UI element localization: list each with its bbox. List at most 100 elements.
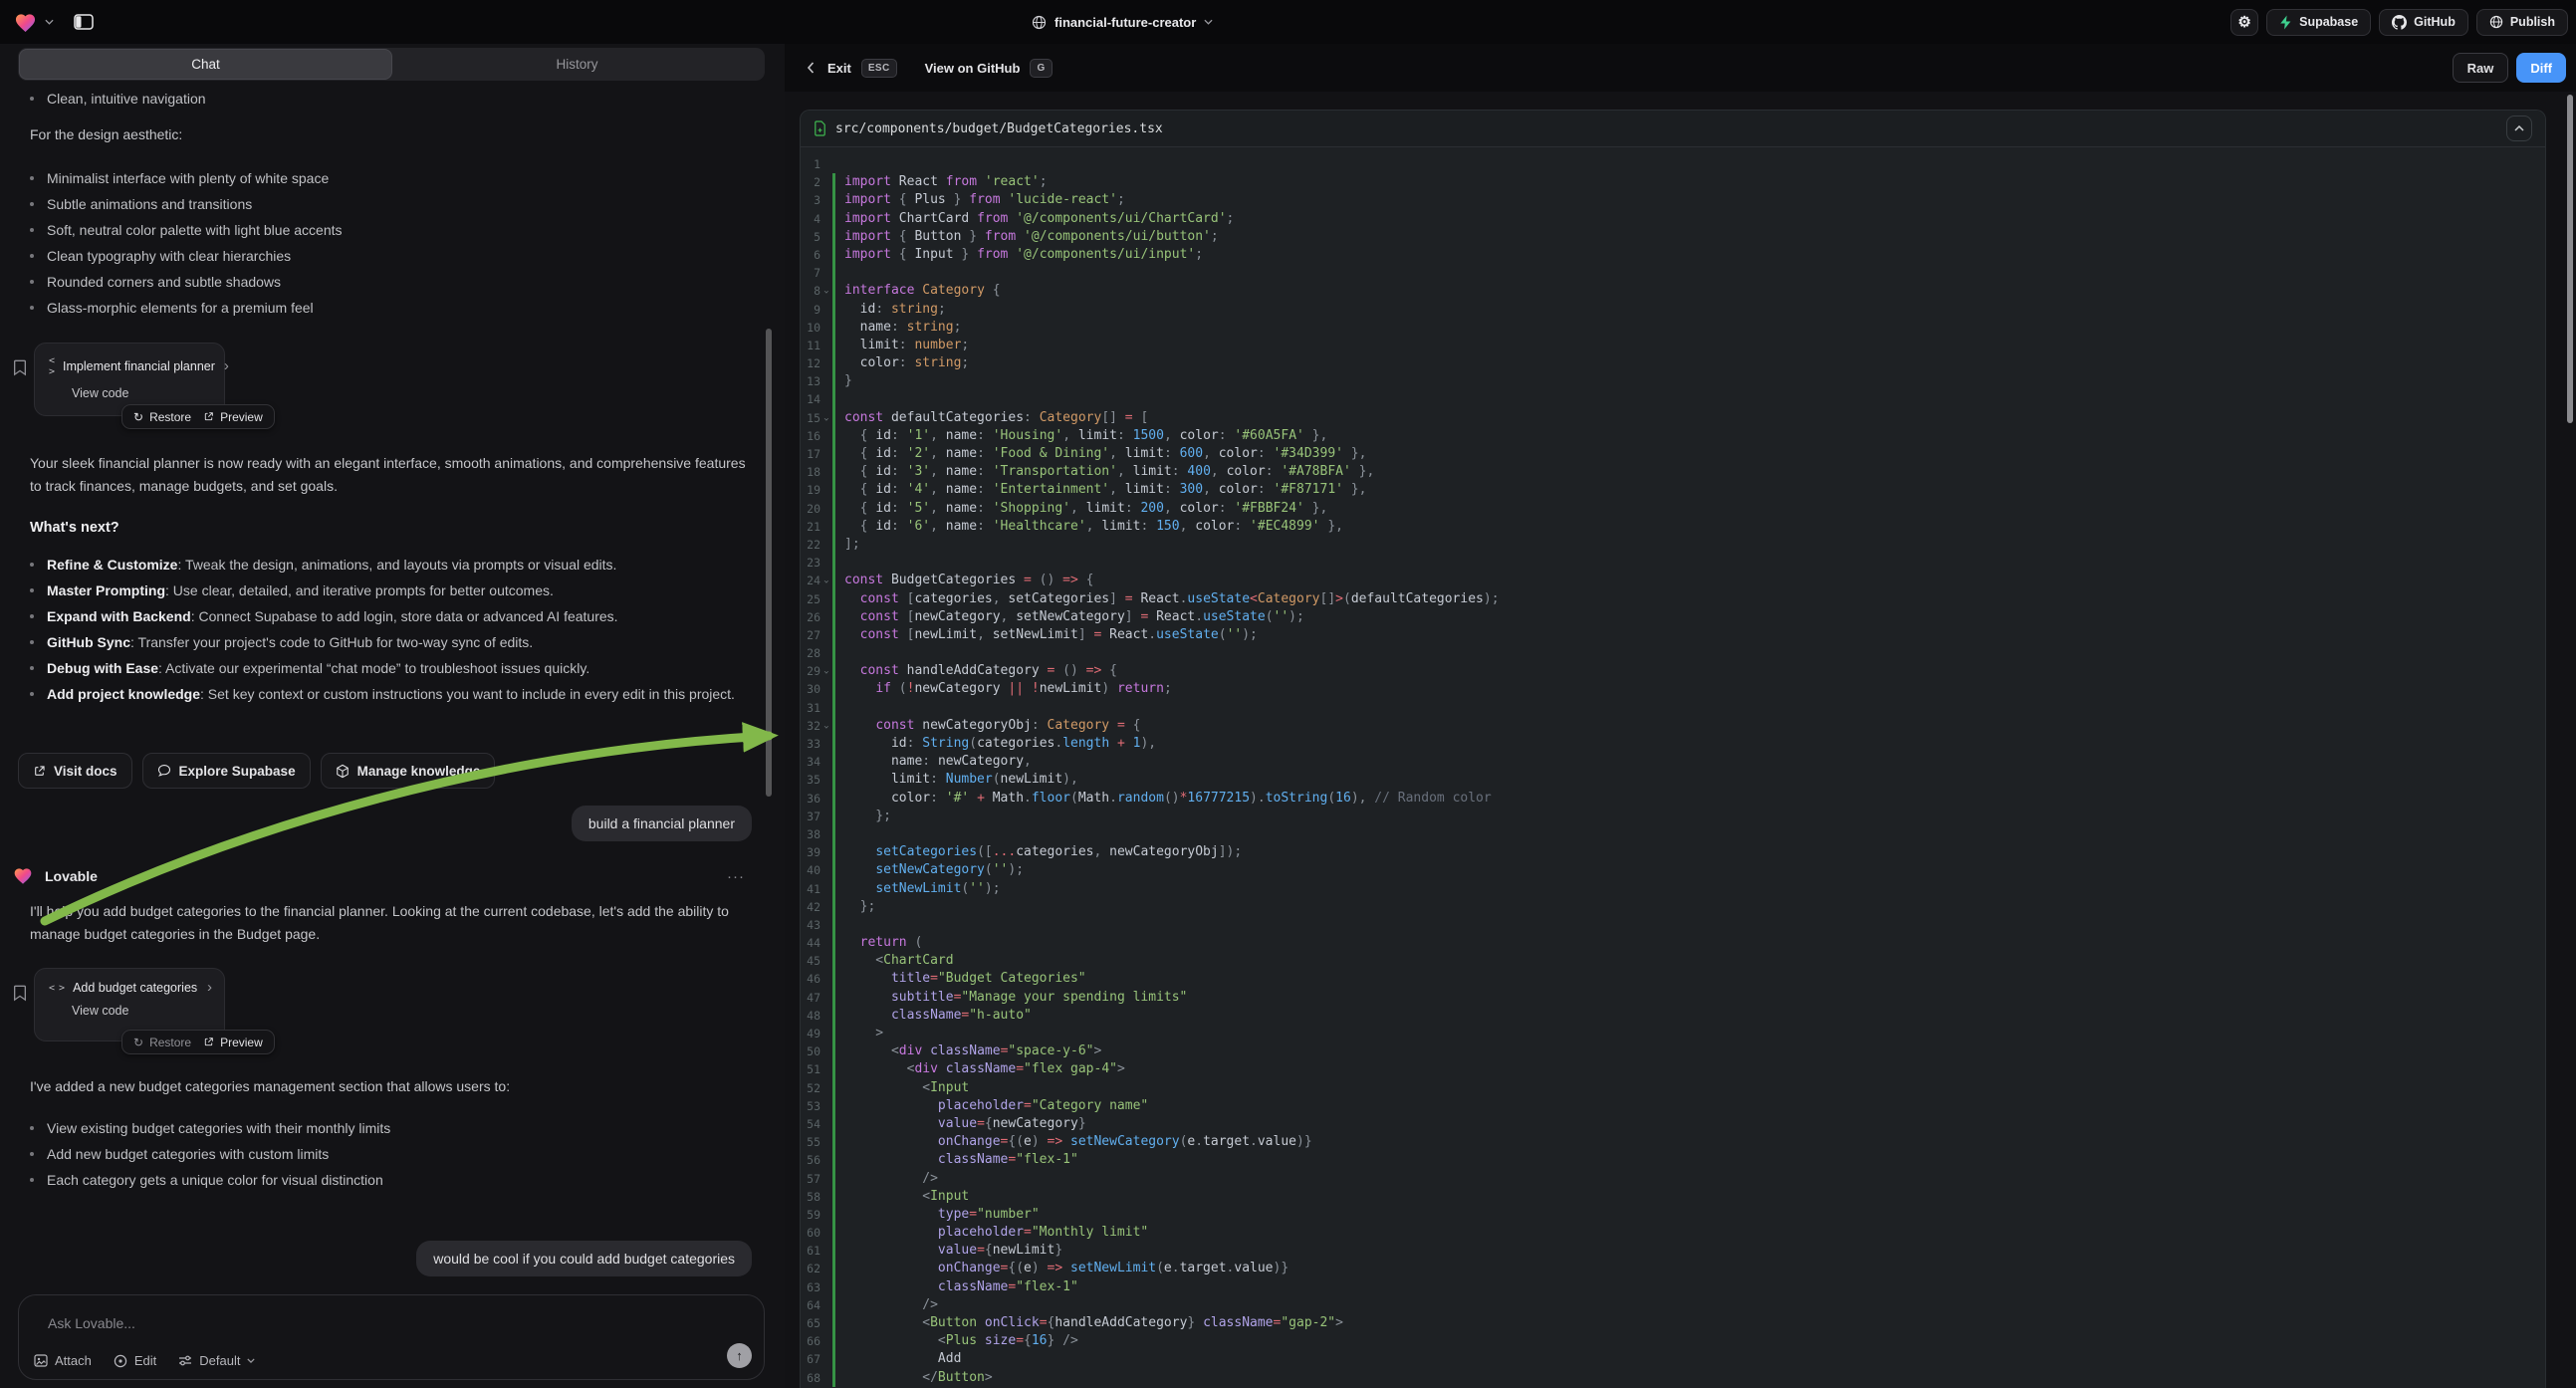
code-panel: Exit ESC View on GitHub G Raw Diff src/c… <box>785 44 2576 1388</box>
fold-chevron-icon[interactable]: › <box>820 282 830 300</box>
code-text: value={newCategory} <box>844 1115 1086 1133</box>
assistant-name: Lovable <box>45 868 98 884</box>
supabase-button[interactable]: Supabase <box>2266 9 2371 36</box>
list-item-text: Glass-morphic elements for a premium fee… <box>47 295 314 321</box>
line-number: 43 <box>801 916 820 934</box>
preview-button[interactable]: Preview <box>203 410 263 424</box>
explore-supabase-button[interactable]: Explore Supabase <box>142 753 311 789</box>
code-line: 35 limit: Number(newLimit), <box>801 771 2545 789</box>
edit-button[interactable]: Edit <box>114 1353 156 1368</box>
line-number: 37 <box>801 808 820 825</box>
collapse-file-button[interactable] <box>2506 116 2532 141</box>
fold-spacer <box>820 1296 830 1314</box>
fold-spacer <box>820 264 830 282</box>
sidebar-toggle-icon[interactable] <box>74 13 94 31</box>
line-number: 52 <box>801 1079 820 1097</box>
code-line: 39 setCategories([...categories, newCate… <box>801 843 2545 861</box>
bookmark-icon[interactable] <box>12 984 28 1002</box>
code-text: }; <box>844 808 891 825</box>
bullet-dot <box>30 254 34 258</box>
code-line: 36 color: '#' + Math.floor(Math.random()… <box>801 790 2545 808</box>
manage-knowledge-button[interactable]: Manage knowledge <box>321 753 496 789</box>
fold-chevron-icon[interactable]: › <box>820 717 830 735</box>
code-text: value={newLimit} <box>844 1242 1062 1260</box>
tab-history[interactable]: History <box>391 50 763 79</box>
code-text: setNewCategory(''); <box>844 861 1024 879</box>
line-number: 9 <box>801 301 820 319</box>
preview-button[interactable]: Preview <box>203 1036 263 1049</box>
fold-spacer <box>820 536 830 554</box>
fold-spacer <box>820 934 830 952</box>
diff-added-bar <box>832 1242 835 1260</box>
diff-added-bar <box>832 191 835 209</box>
diff-added-bar <box>832 1332 835 1350</box>
fold-spacer <box>820 554 830 572</box>
scrolled-bullet: Clean, intuitive navigation <box>30 86 751 112</box>
logo-menu-chevron-icon[interactable] <box>45 19 54 25</box>
exit-button[interactable]: Exit <box>827 61 851 76</box>
code-line: 41 setNewLimit(''); <box>801 880 2545 898</box>
fold-spacer <box>820 1170 830 1188</box>
diff-added-bar <box>832 644 835 662</box>
project-switcher[interactable]: financial-future-creator <box>1032 0 1213 44</box>
fold-spacer <box>820 590 830 608</box>
assistant-header: Lovable <box>13 866 98 885</box>
view-code-link[interactable]: View code <box>35 995 224 1018</box>
file-header[interactable]: src/components/budget/BudgetCategories.t… <box>801 111 2545 147</box>
mode-select[interactable]: Default <box>178 1353 255 1368</box>
view-code-link[interactable]: View code <box>35 377 224 400</box>
github-button[interactable]: GitHub <box>2379 9 2468 36</box>
external-link-icon <box>203 411 214 422</box>
chat-composer[interactable]: Ask Lovable... Attach Edit Default ↑ <box>18 1294 765 1380</box>
settings-button[interactable]: ⚙ <box>2230 9 2258 36</box>
code-text: onChange={(e) => setNewCategory(e.target… <box>844 1133 1312 1151</box>
fold-chevron-icon[interactable]: › <box>820 409 830 427</box>
bullet-dot <box>30 1178 34 1182</box>
code-text: import { Plus } from 'lucide-react'; <box>844 191 1125 209</box>
diff-added-bar <box>832 952 835 970</box>
send-button[interactable]: ↑ <box>727 1343 752 1368</box>
diff-added-bar <box>832 771 835 789</box>
publish-button[interactable]: Publish <box>2476 9 2568 36</box>
lovable-heart-logo[interactable] <box>14 12 37 33</box>
code-line: 43 <box>801 916 2545 934</box>
code-text: subtitle="Manage your spending limits" <box>844 989 1187 1007</box>
line-number: 39 <box>801 843 820 861</box>
diff-toggle-button[interactable]: Diff <box>2516 53 2566 83</box>
restore-button[interactable]: ↻Restore <box>133 1036 191 1049</box>
fold-spacer <box>820 880 830 898</box>
esc-key-badge: ESC <box>861 59 897 78</box>
restore-button[interactable]: ↻Restore <box>133 410 191 424</box>
message-menu-button[interactable]: ··· <box>727 868 745 885</box>
code-line: 21 { id: '6', name: 'Healthcare', limit:… <box>801 518 2545 536</box>
diff-added-bar <box>832 337 835 354</box>
code-text: className="flex-1" <box>844 1278 1078 1296</box>
fold-spacer <box>820 1206 830 1224</box>
code-line: 28 <box>801 644 2545 662</box>
diff-added-bar <box>832 173 835 191</box>
visit-docs-button[interactable]: Visit docs <box>18 753 132 789</box>
arrow-up-icon: ↑ <box>736 1348 743 1363</box>
code-text: id: string; <box>844 301 946 319</box>
code-text: title="Budget Categories" <box>844 970 1086 988</box>
file-added-icon <box>814 120 826 136</box>
fold-chevron-icon[interactable]: › <box>820 572 830 589</box>
window-scrollbar-thumb[interactable] <box>2567 95 2573 423</box>
back-chevron-icon[interactable] <box>807 62 816 74</box>
tab-chat[interactable]: Chat <box>20 50 391 79</box>
code-line: 38 <box>801 825 2545 843</box>
fold-chevron-icon[interactable]: › <box>820 662 830 680</box>
code-line: 8›interface Category { <box>801 282 2545 300</box>
diff-added-bar <box>832 790 835 808</box>
raw-toggle-button[interactable]: Raw <box>2453 53 2509 83</box>
restore-icon: ↻ <box>133 410 143 424</box>
bookmark-icon[interactable] <box>12 358 28 376</box>
code-text: const [categories, setCategories] = Reac… <box>844 590 1500 608</box>
view-on-github-button[interactable]: View on GitHub <box>925 61 1021 76</box>
code-line: 17 { id: '2', name: 'Food & Dining', lim… <box>801 445 2545 463</box>
attach-button[interactable]: Attach <box>34 1353 92 1368</box>
line-number: 6 <box>801 246 820 264</box>
diff-added-bar <box>832 916 835 934</box>
sliders-icon <box>178 1354 192 1367</box>
chat-scrollbar-thumb[interactable] <box>766 329 772 797</box>
